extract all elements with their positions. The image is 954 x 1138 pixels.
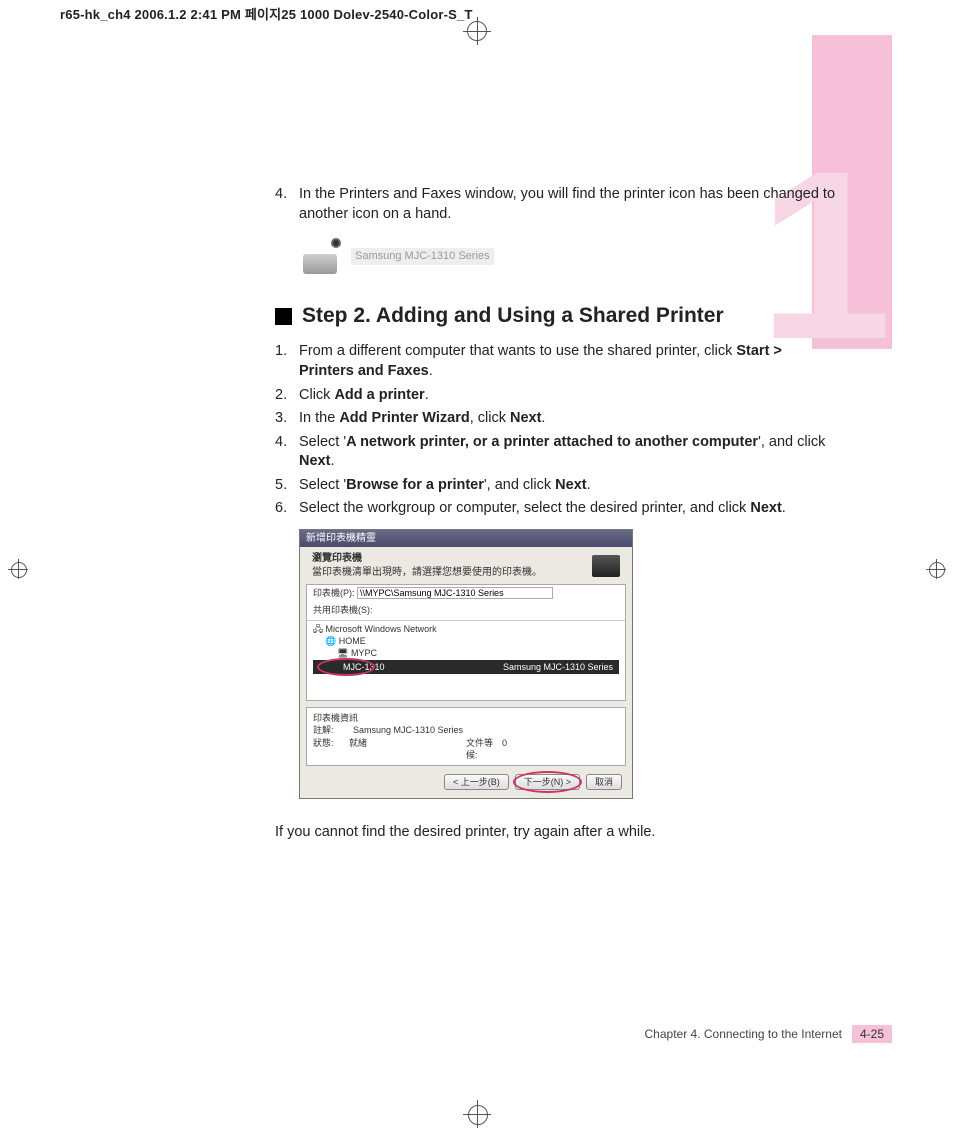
tree-root[interactable]: 🖧 Microsoft Windows Network	[313, 623, 619, 635]
selected-printer-id: MJC-1310	[319, 661, 385, 673]
list-item: 1.From a different computer that wants t…	[275, 342, 835, 381]
item-text: Click Add a printer.	[299, 386, 835, 406]
item-number: 1.	[275, 342, 299, 381]
dialog-sub-text: 當印表機清單出現時，請選擇您想要使用的印表機。	[312, 567, 542, 578]
dialog-button-row: < 上一步(B) 下一步(N) > 取消	[300, 766, 632, 798]
item-text: In the Add Printer Wizard, click Next.	[299, 409, 835, 429]
tree-pc[interactable]: 🖥 MYPC	[313, 647, 619, 659]
bullet-square-icon	[275, 308, 292, 325]
next-button[interactable]: 下一步(N) >	[515, 774, 580, 790]
list-item: 5.Select 'Browse for a printer', and cli…	[275, 476, 835, 496]
info-header: 印表機資訊	[313, 712, 619, 724]
printer-glyph-icon	[592, 555, 620, 577]
info-value: 0	[502, 737, 619, 761]
cropmark-icon	[926, 559, 946, 579]
item-number: 3.	[275, 409, 299, 429]
add-printer-dialog: 新增印表機精靈 瀏覽印表機 當印表機清單出現時，請選擇您想要使用的印表機。 印表…	[299, 529, 633, 799]
note-text: If you cannot find the desired printer, …	[275, 823, 835, 843]
list-item: 4.Select 'A network printer, or a printe…	[275, 433, 835, 472]
back-button[interactable]: < 上一步(B)	[444, 774, 509, 790]
printer-hand-icon	[299, 238, 341, 274]
item-number: 6.	[275, 499, 299, 519]
tree-selected-printer[interactable]: MJC-1310 Samsung MJC-1310 Series	[313, 660, 619, 674]
printer-path-input[interactable]	[357, 587, 553, 599]
dialog-subheader: 瀏覽印表機 當印表機清單出現時，請選擇您想要使用的印表機。	[300, 547, 632, 584]
page-footer: Chapter 4. Connecting to the Internet 4-…	[645, 1025, 893, 1043]
dialog-sub-bold: 瀏覽印表機	[312, 553, 362, 564]
info-value: 就緒	[349, 737, 466, 761]
step-heading: Step 2. Adding and Using a Shared Printe…	[275, 302, 835, 330]
footer-page-number: 4-25	[852, 1025, 892, 1043]
printer-icon-label: Samsung MJC-1310 Series	[351, 248, 494, 265]
list-item: 4. In the Printers and Faxes window, you…	[275, 185, 835, 224]
path-label: 印表機(P):	[313, 588, 355, 598]
cropmark-icon	[463, 1100, 491, 1128]
dialog-body: 印表機(P): 共用印表機(S): 🖧 Microsoft Windows Ne…	[306, 584, 626, 701]
tree-group[interactable]: 🌐 HOME	[313, 635, 619, 647]
page-content: 4. In the Printers and Faxes window, you…	[275, 185, 835, 843]
cropmark-icon	[463, 17, 491, 45]
item-text: Select 'A network printer, or a printer …	[299, 433, 835, 472]
info-key: 狀態:	[313, 737, 349, 761]
selected-printer-desc: Samsung MJC-1310 Series	[503, 661, 613, 673]
item-text: From a different computer that wants to …	[299, 342, 835, 381]
list-item: 2.Click Add a printer.	[275, 386, 835, 406]
info-value: Samsung MJC-1310 Series	[353, 724, 483, 736]
info-key: 註解:	[313, 724, 353, 736]
list-item: 3.In the Add Printer Wizard, click Next.	[275, 409, 835, 429]
item-number: 4.	[275, 433, 299, 472]
item-text: Select 'Browse for a printer', and click…	[299, 476, 835, 496]
item-number: 5.	[275, 476, 299, 496]
item-text: Select the workgroup or computer, select…	[299, 499, 835, 519]
cancel-button[interactable]: 取消	[586, 774, 622, 790]
printer-tree[interactable]: 🖧 Microsoft Windows Network 🌐 HOME 🖥 MYP…	[307, 620, 625, 701]
cropmark-icon	[8, 559, 28, 579]
instruction-list: 1.From a different computer that wants t…	[275, 342, 835, 519]
printer-info-panel: 印表機資訊 註解: Samsung MJC-1310 Series 狀態: 就緒…	[306, 707, 626, 766]
step-heading-text: Step 2. Adding and Using a Shared Printe…	[302, 302, 724, 330]
item-number: 2.	[275, 386, 299, 406]
dialog-titlebar: 新增印表機精靈	[300, 530, 632, 548]
footer-chapter: Chapter 4. Connecting to the Internet	[645, 1027, 842, 1041]
item-text: In the Printers and Faxes window, you wi…	[299, 185, 835, 224]
item-number: 4.	[275, 185, 299, 224]
shared-printers-label: 共用印表機(S):	[313, 605, 373, 615]
info-key: 文件等候:	[466, 737, 502, 761]
list-item: 6.Select the workgroup or computer, sele…	[275, 499, 835, 519]
printer-icon-figure: Samsung MJC-1310 Series	[299, 238, 835, 274]
